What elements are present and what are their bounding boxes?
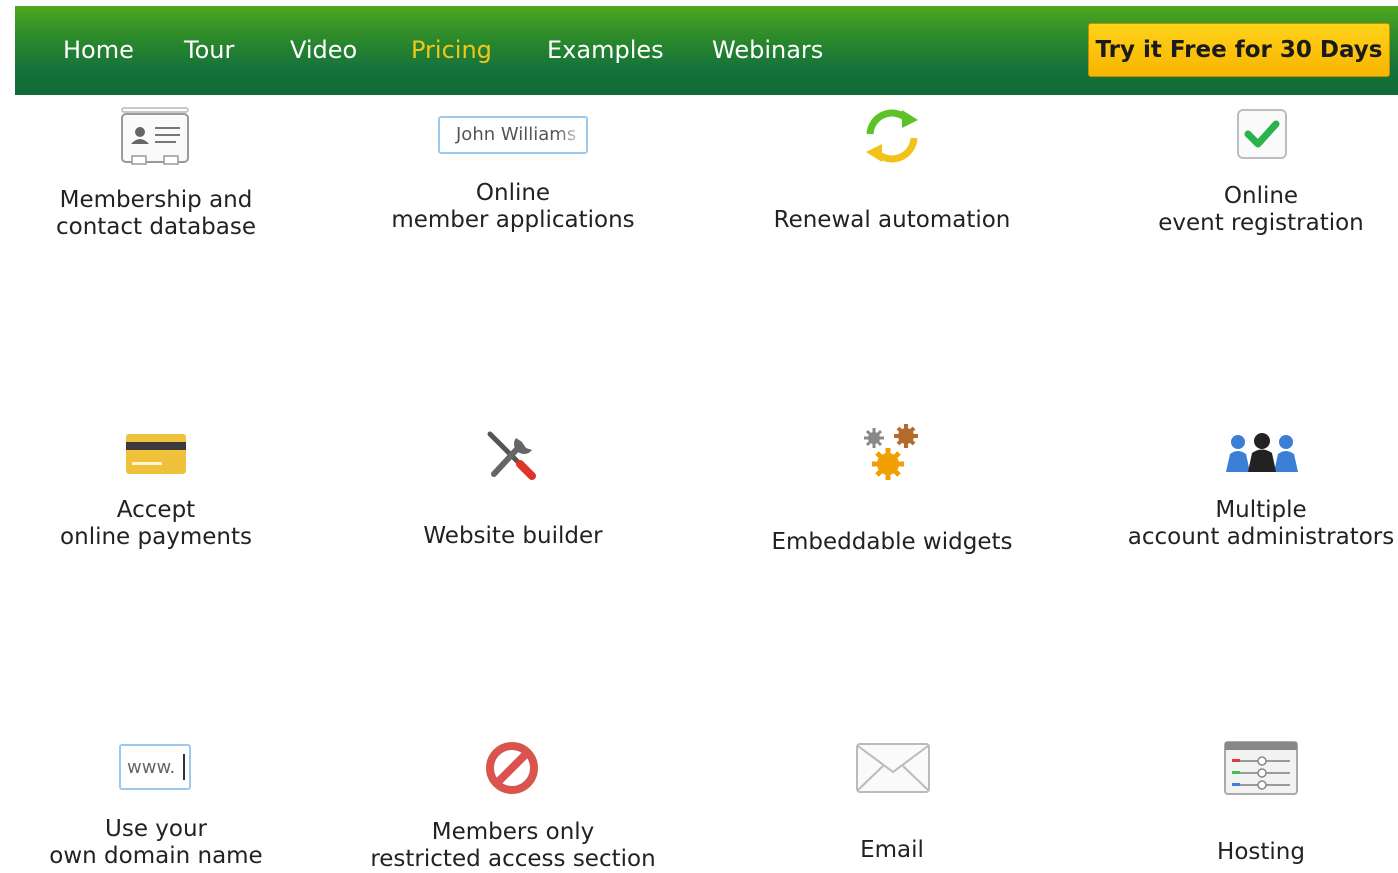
nav-video[interactable]: Video — [290, 36, 357, 64]
no-entry-icon — [484, 740, 540, 800]
name-input-icon: John Williams — [438, 116, 588, 154]
feature-label-account-administrators: Multiple account administrators — [1127, 497, 1395, 550]
feature-label-embeddable-widgets: Embeddable widgets — [771, 529, 1013, 555]
server-icon — [1224, 741, 1298, 799]
nav-webinars[interactable]: Webinars — [712, 36, 823, 64]
feature-label-online-payments: Accept online payments — [60, 497, 252, 550]
feature-label-member-applications: Online member applications — [391, 180, 635, 233]
renewal-arrows-icon — [862, 106, 922, 170]
try-free-button[interactable]: Try it Free for 30 Days — [1088, 23, 1390, 77]
feature-label-restricted-access: Members only restricted access section — [370, 819, 656, 872]
top-navigation-bar: Home Tour Video Pricing Examples Webinar… — [15, 6, 1398, 95]
checkmark-icon — [1236, 108, 1288, 164]
domain-input-icon-text: www. — [127, 757, 176, 778]
nav-examples[interactable]: Examples — [547, 36, 664, 64]
tools-icon — [484, 428, 540, 484]
gears-icon — [864, 424, 924, 488]
feature-label-website-builder: Website builder — [423, 523, 603, 549]
feature-label-event-registration: Online event registration — [1158, 183, 1364, 236]
nav-tour[interactable]: Tour — [184, 36, 234, 64]
nav-home[interactable]: Home — [63, 36, 134, 64]
people-icon — [1226, 432, 1298, 478]
nav-pricing[interactable]: Pricing — [411, 36, 492, 64]
feature-label-hosting: Hosting — [1217, 839, 1305, 865]
envelope-icon — [855, 742, 931, 798]
feature-label-membership-database: Membership and contact database — [55, 187, 256, 240]
feature-label-email: Email — [860, 837, 924, 863]
feature-label-domain-name: Use your own domain name — [49, 816, 263, 869]
feature-label-renewal-automation: Renewal automation — [773, 207, 1011, 233]
domain-input-icon: www. — [119, 744, 191, 790]
contact-card-icon — [120, 106, 192, 170]
credit-card-icon — [126, 434, 186, 478]
